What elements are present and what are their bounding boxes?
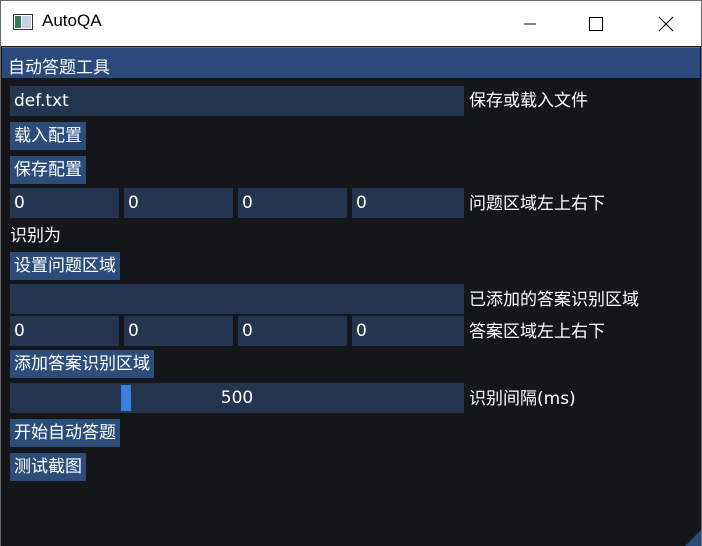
test-screenshot-button[interactable]: 测试截图 [10, 453, 86, 481]
interval-label: 识别间隔(ms) [469, 389, 576, 409]
answer-left-input[interactable]: 0 [10, 316, 119, 346]
answer-region-label: 答案区域左上右下 [469, 322, 605, 342]
set-question-region-button[interactable]: 设置问题区域 [10, 252, 120, 280]
question-region-label: 问题区域左上右下 [469, 194, 605, 214]
app-window-icon [13, 14, 33, 30]
window-title: AutoQA [42, 11, 102, 30]
title-bar[interactable]: AutoQA [1, 1, 701, 46]
question-right-input[interactable]: 0 [238, 188, 347, 218]
question-bottom-input[interactable]: 0 [352, 188, 464, 218]
add-answer-region-button[interactable]: 添加答案识别区域 [10, 350, 154, 378]
added-answer-regions-label: 已添加的答案识别区域 [469, 290, 639, 310]
question-left-input[interactable]: 0 [10, 188, 119, 218]
added-answer-regions-input[interactable] [10, 284, 464, 314]
start-auto-answer-button[interactable]: 开始自动答题 [10, 419, 120, 447]
app-window: AutoQA 自动答题工具 def.txt 保存或载入文件 载入配置 保存配置 [0, 0, 702, 546]
panel-title: 自动答题工具 [8, 58, 110, 78]
resize-grip[interactable] [685, 530, 701, 546]
maximize-button[interactable] [573, 1, 619, 46]
answer-bottom-input[interactable]: 0 [352, 316, 464, 346]
interval-value: 500 [220, 388, 254, 408]
load-config-button[interactable]: 载入配置 [10, 122, 86, 150]
panel-title-bar[interactable]: 自动答题工具 [2, 47, 700, 78]
close-button[interactable] [643, 1, 689, 46]
file-label: 保存或载入文件 [469, 91, 588, 111]
question-top-input[interactable]: 0 [124, 188, 233, 218]
minimize-button[interactable] [507, 1, 553, 46]
client-area: 自动答题工具 def.txt 保存或载入文件 载入配置 保存配置 0 0 0 0… [1, 46, 701, 546]
interval-slider[interactable]: 500 [10, 383, 464, 413]
answer-top-input[interactable]: 0 [124, 316, 233, 346]
close-icon [658, 16, 674, 31]
minimize-icon [524, 23, 536, 24]
maximize-icon [589, 16, 603, 31]
file-input[interactable]: def.txt [10, 86, 464, 116]
recognized-as-label: 识别为 [10, 226, 61, 246]
save-config-button[interactable]: 保存配置 [10, 156, 86, 184]
answer-right-input[interactable]: 0 [238, 316, 347, 346]
